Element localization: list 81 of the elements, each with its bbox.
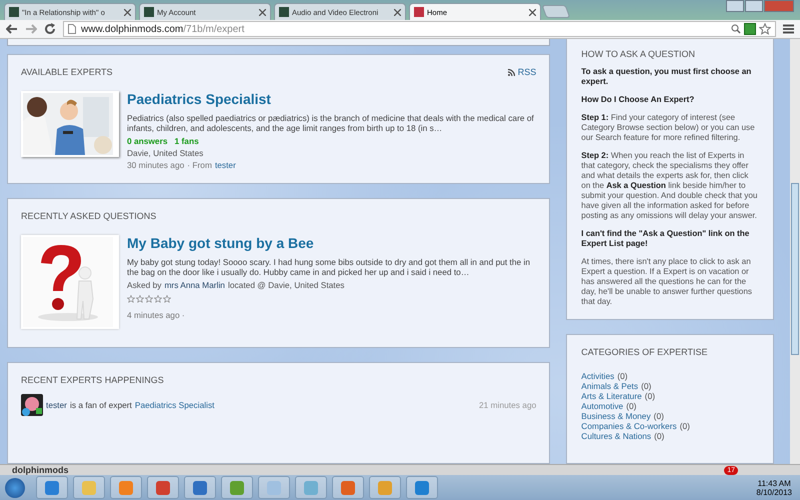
- taskbar-app-icon[interactable]: [369, 476, 401, 499]
- expert-location: Davie, United States: [127, 148, 204, 158]
- asked-by-label: Asked by: [127, 280, 162, 290]
- category-count: (0): [641, 381, 652, 391]
- taskbar-app-icon[interactable]: [332, 476, 364, 499]
- new-tab-button[interactable]: [542, 5, 570, 18]
- rss-link[interactable]: RSS: [508, 67, 536, 77]
- section-heading: RECENTLY ASKED QUESTIONS: [21, 211, 156, 221]
- posted-time: 30 minutes ago: [127, 160, 184, 170]
- help-paragraph: How Do I Choose An Expert?: [581, 95, 696, 105]
- section-heading: RECENT EXPERTS HAPPENINGS: [21, 375, 164, 385]
- category-count: (0): [654, 431, 664, 441]
- taskbar-app-icon[interactable]: [406, 476, 438, 499]
- avatar-icon: [21, 394, 43, 416]
- site-name: dolphinmods: [12, 465, 68, 475]
- asked-time: 4 minutes ago ·: [127, 310, 186, 320]
- question-title-link[interactable]: My Baby got stung by a Bee: [127, 235, 314, 251]
- category-link[interactable]: Automotive: [581, 401, 624, 411]
- help-paragraph: At times, there isn't any place to click to ask an Expert a question. If a Expert is on vacation or has answered all the questions he can for the day, he'll be unable to answer further questions that day.: [581, 257, 754, 307]
- minimize-button[interactable]: [726, 0, 744, 12]
- section-heading: CATEGORIES OF EXPERTISE: [581, 347, 708, 357]
- user-link[interactable]: tester: [214, 160, 236, 170]
- favicon-icon: [414, 7, 424, 17]
- user-link[interactable]: mrs Anna Marlin: [164, 280, 225, 290]
- help-paragraph: To ask a question, you must first choose an expert.: [581, 67, 752, 87]
- expert-description: Pediatrics (also spelled paediatrics or pædiatrics) is the branch of medicine that deals with the medical care of infants, children, and adolescents, and the age limit ranges from birth up to 18 (in s…: [127, 113, 535, 133]
- category-link[interactable]: Arts & Literature: [581, 391, 642, 401]
- category-count: (0): [644, 391, 656, 401]
- category-link[interactable]: Cultures & Nations: [581, 431, 652, 441]
- scroll-thumb[interactable]: [791, 183, 799, 355]
- rss-icon: [508, 68, 515, 76]
- location-text: located @ Davie, United States: [228, 280, 344, 290]
- taskbar-app-icon[interactable]: [295, 476, 327, 499]
- category-link[interactable]: Animals & Pets: [581, 381, 638, 391]
- close-icon[interactable]: [529, 8, 536, 16]
- star-icon[interactable]: [759, 23, 771, 35]
- activity-text: is a fan of expert: [70, 400, 132, 410]
- close-icon[interactable]: [394, 8, 401, 16]
- taskbar-app-icon[interactable]: [221, 476, 253, 499]
- scrollbar[interactable]: [790, 39, 800, 464]
- taskbar-app-icon[interactable]: [147, 476, 179, 499]
- user-link[interactable]: tester: [46, 400, 67, 410]
- help-paragraph: Step 2: When you reach the list of Experts in that category, check the specialisms they offer and what details the experts ask for, then click on the Ask a Question link beside him/her to submit your question. And double check that you have given all the information asked for before posting as any omissions will delay your answer.: [581, 151, 758, 221]
- start-button[interactable]: [5, 478, 25, 498]
- section-heading: HOW TO ASK A QUESTION: [581, 49, 696, 59]
- maximize-button[interactable]: [745, 0, 763, 12]
- answers-count: 0 answers: [127, 136, 168, 146]
- close-icon[interactable]: [259, 8, 266, 16]
- taskbar-app-icon[interactable]: [36, 476, 68, 499]
- favicon-icon: [9, 7, 19, 17]
- reload-icon[interactable]: [44, 23, 56, 35]
- back-icon[interactable]: [6, 24, 18, 34]
- question-body: My baby got stung today! Soooo scary. I had hung some bibs outside to dry and got them all in and put the in the bag on the door like i usually do. Hubby came in and picked her up and i said i need to…: [127, 257, 532, 277]
- taskbar-app-icon[interactable]: [184, 476, 216, 499]
- clock[interactable]: 11:43 AM 8/10/2013: [756, 478, 792, 496]
- category-count: (0): [680, 421, 690, 431]
- help-paragraph: I can't find the "Ask a Question" link on the Expert List page!: [581, 229, 750, 249]
- page-icon[interactable]: [68, 24, 76, 34]
- address-bar[interactable]: www.dolphinmods.com/71b/m/expert: [63, 21, 776, 37]
- menu-icon[interactable]: [783, 24, 794, 34]
- close-icon[interactable]: [124, 8, 131, 16]
- zoom-icon[interactable]: [731, 24, 741, 34]
- category-link[interactable]: Business & Money: [581, 411, 651, 421]
- expert-link[interactable]: Paediatrics Specialist: [134, 400, 214, 410]
- taskbar-app-icon[interactable]: [110, 476, 142, 499]
- category-link[interactable]: Companies & Co-workers: [581, 421, 677, 431]
- forward-icon[interactable]: [25, 24, 37, 34]
- category-count: (0): [654, 411, 664, 421]
- fans-count: 1 fans: [174, 136, 199, 146]
- section-heading: AVAILABLE EXPERTS: [21, 67, 113, 77]
- taskbar-app-icon[interactable]: [258, 476, 290, 499]
- from-label: · From: [187, 160, 212, 170]
- favicon-icon: [279, 7, 289, 17]
- category-count: (0): [626, 401, 636, 411]
- taskbar-app-icon[interactable]: [73, 476, 105, 499]
- category-link[interactable]: Activities: [581, 371, 614, 381]
- category-count: (0): [617, 371, 628, 381]
- activity-time: 21 minutes ago: [479, 400, 536, 410]
- help-paragraph: Step 1: Find your category of interest (see Category Browse section below) or you can use our Search feature for more refined filtering.: [581, 113, 756, 143]
- expert-title-link[interactable]: Paediatrics Specialist: [127, 91, 271, 107]
- favicon-icon: [144, 7, 154, 17]
